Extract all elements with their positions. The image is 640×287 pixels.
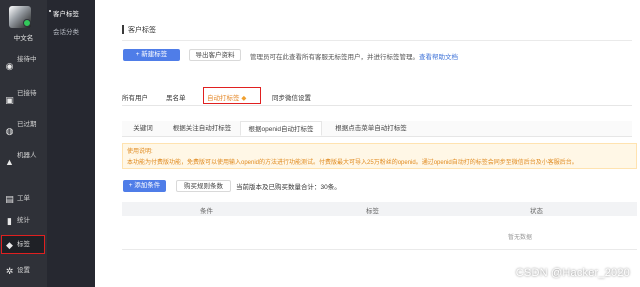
online-status-dot bbox=[23, 19, 31, 27]
subtab-openid[interactable]: 根据openid自动打标签 bbox=[240, 121, 322, 136]
add-condition-button[interactable]: + 添加条件 bbox=[123, 180, 166, 192]
rail-item-label: 统计 bbox=[17, 217, 30, 224]
rule-count-text: 当前版本及已购买数量合计：30条。 bbox=[236, 184, 341, 191]
tab-blacklist[interactable]: 黑名单 bbox=[166, 92, 186, 102]
rail-item-robot[interactable]: ▲ 机器人 bbox=[2, 152, 44, 172]
tip-message: 管理员可在此查看所有客服无标签用户，并进行标签管理。 bbox=[250, 54, 419, 61]
subtab-menu-click[interactable]: 根据点击菜单自动打标签 bbox=[326, 121, 416, 136]
help-doc-link[interactable]: 查看帮助文档 bbox=[419, 54, 458, 61]
divider bbox=[122, 40, 632, 41]
robot-icon: ▲ bbox=[5, 156, 14, 167]
rail-item-receiving[interactable]: ◉ 接待中 bbox=[2, 56, 44, 76]
empty-state: 暂无数据 bbox=[508, 235, 533, 241]
tag-icon: ◆ bbox=[6, 239, 13, 250]
new-tag-button[interactable]: + 新建标签 bbox=[123, 49, 180, 61]
rail-item-ticket[interactable]: ▤ 工单 bbox=[2, 191, 44, 207]
main-rail: 中文名 ◉ 接待中 ▣ 已接待 ◍ 已过期 ▲ 机器人 ▤ 工单 ▮ 统计 ◆ … bbox=[0, 0, 47, 287]
bar-chart-icon: ▮ bbox=[7, 215, 12, 226]
main-content: 客户标签 + 新建标签 导出客户资料 管理员可在此查看所有客服无标签用户，并进行… bbox=[95, 0, 640, 287]
rail-item-expired[interactable]: ◍ 已过期 bbox=[2, 121, 44, 141]
tab-bar: 所有用户 黑名单 自动打标签 ◆ 同步微信设置 bbox=[122, 87, 632, 106]
secondary-nav: 客户标签 会话分类 bbox=[47, 0, 95, 287]
rail-item-label: 已过期 bbox=[17, 121, 37, 128]
rail-item-label: 工单 bbox=[17, 195, 30, 202]
table-header: 条件 标签 状态 bbox=[122, 202, 637, 216]
eye-icon: ◉ bbox=[5, 60, 14, 71]
clock-chat-icon: ◍ bbox=[5, 125, 14, 136]
notice-text: 本功能为付费版功能，免费版可以使用输入openid的方法进行功能测试。付费版最大… bbox=[127, 160, 578, 166]
page-title: 客户标签 bbox=[128, 27, 156, 34]
notice-title: 使用说明: bbox=[127, 149, 153, 155]
highlight-box bbox=[203, 87, 261, 104]
watermark-text: CSDN @Hacker_2020 bbox=[515, 267, 630, 279]
nickname: 中文名 bbox=[13, 35, 34, 42]
subtab-bar: 关键词 根据关注自动打标签 根据openid自动打标签 根据点击菜单自动打标签 bbox=[122, 121, 632, 137]
rail-item-label: 设置 bbox=[17, 267, 30, 274]
subnav-item-session-categories[interactable]: 会话分类 bbox=[53, 26, 79, 36]
column-tag: 标签 bbox=[366, 208, 379, 215]
rail-item-label: 已接待 bbox=[17, 90, 37, 97]
table-bottom-divider bbox=[122, 249, 637, 250]
export-customer-button[interactable]: 导出客户资料 bbox=[189, 49, 241, 61]
gear-icon: ✲ bbox=[5, 265, 14, 276]
tab-wechat-sync[interactable]: 同步微信设置 bbox=[272, 92, 311, 102]
rail-item-label: 接待中 bbox=[17, 56, 37, 63]
subtab-follow[interactable]: 根据关注自动打标签 bbox=[166, 121, 238, 136]
column-condition: 条件 bbox=[200, 208, 213, 215]
rail-item-stats[interactable]: ▮ 统计 bbox=[2, 213, 44, 229]
rail-item-label: 机器人 bbox=[17, 152, 37, 159]
tab-all-users[interactable]: 所有用户 bbox=[122, 92, 148, 102]
tip-text: 管理员可在此查看所有客服无标签用户，并进行标签管理。查看帮助文档 bbox=[250, 51, 458, 61]
rail-item-settings[interactable]: ✲ 设置 bbox=[2, 263, 44, 279]
subtab-keyword[interactable]: 关键词 bbox=[122, 121, 164, 136]
buy-rules-button[interactable]: 购买规则条数 bbox=[176, 180, 231, 192]
usage-notice: 使用说明: 本功能为付费版功能，免费版可以使用输入openid的方法进行功能测试… bbox=[122, 143, 637, 169]
subnav-item-customer-tags[interactable]: 客户标签 bbox=[49, 8, 79, 18]
rail-item-label: 标签 bbox=[17, 241, 30, 248]
chat-bubble-icon: ▣ bbox=[5, 94, 14, 105]
rail-item-tags[interactable]: ◆ 标签 bbox=[1, 235, 45, 254]
rail-item-received[interactable]: ▣ 已接待 bbox=[2, 90, 44, 110]
ticket-icon: ▤ bbox=[5, 193, 14, 204]
column-status: 状态 bbox=[530, 208, 543, 215]
